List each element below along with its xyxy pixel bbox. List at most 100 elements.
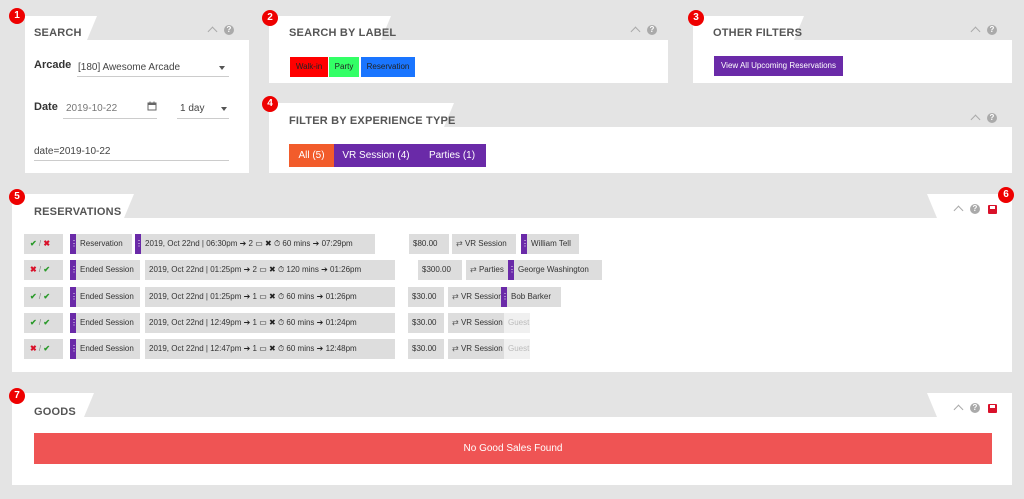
- help-icon[interactable]: ?: [970, 403, 980, 413]
- step-badge-6: 6: [998, 187, 1014, 203]
- check-icon[interactable]: ✔: [43, 318, 50, 327]
- arrow-right-icon: ➔: [310, 239, 322, 248]
- guest-name[interactable]: Guest: [504, 339, 530, 359]
- session-type: Ended Session: [76, 260, 140, 280]
- duration: 60 mins: [282, 239, 311, 248]
- guest-name[interactable]: William Tell: [527, 234, 579, 254]
- times-icon: ✖: [269, 344, 278, 353]
- time-start: 2019, Oct 22nd | 01:25pm: [149, 292, 242, 301]
- save-icon[interactable]: [988, 204, 997, 214]
- search-by-label-title: SEARCH BY LABEL: [289, 27, 397, 39]
- goods-title: GOODS: [34, 406, 76, 418]
- session-type-label: Ended Session: [80, 265, 134, 274]
- search-panel: SEARCH ? Arcade [180] Awesome Arcade Dat…: [25, 16, 249, 173]
- check-icon[interactable]: ✔: [30, 318, 37, 327]
- table-row: ✔ / ✔ Ended Session 2019, Oct 22nd | 12:49…: [24, 313, 624, 333]
- query-input-underline: [34, 160, 229, 161]
- help-icon[interactable]: ?: [970, 204, 980, 214]
- arrow-right-icon: ➔: [241, 344, 253, 353]
- x-icon[interactable]: ✖: [43, 239, 50, 248]
- price-label: $30.00: [412, 344, 437, 353]
- arrow-right-icon: ➔: [314, 292, 326, 301]
- arcade-dropdown-caret-icon[interactable]: [219, 66, 225, 70]
- status-toggle[interactable]: ✔ / ✔: [24, 313, 63, 333]
- experience-type-panel: FILTER BY EXPERIENCE TYPE ? All (5) VR S…: [269, 103, 1012, 173]
- period-select-underline: [177, 118, 229, 119]
- arcade-select[interactable]: [180] Awesome Arcade: [78, 62, 228, 73]
- collapse-chevron-icon[interactable]: [953, 205, 964, 216]
- check-icon[interactable]: ✔: [43, 265, 50, 274]
- session-type-label: Ended Session: [80, 292, 134, 301]
- status-toggle[interactable]: ✔ / ✔: [24, 287, 63, 307]
- collapse-chevron-icon[interactable]: [970, 26, 981, 37]
- experience-all-button[interactable]: All (5): [289, 144, 334, 167]
- times-icon: ✖: [269, 292, 278, 301]
- x-icon[interactable]: ✖: [30, 344, 37, 353]
- collapse-chevron-icon[interactable]: [207, 26, 218, 37]
- experience-label: VR Session: [460, 318, 503, 327]
- collapse-chevron-icon[interactable]: [953, 404, 964, 415]
- table-row: ✔ / ✖ Reservation 2019, Oct 22nd | 06:30pm…: [24, 234, 624, 254]
- arrow-right-icon: ➔: [314, 318, 326, 327]
- price-label: $30.00: [412, 292, 437, 301]
- collapse-chevron-icon[interactable]: [970, 114, 981, 125]
- price: $80.00: [409, 234, 449, 254]
- query-input[interactable]: date=2019-10-22: [34, 146, 224, 157]
- status-toggle[interactable]: ✖ / ✔: [24, 339, 63, 359]
- arrow-right-icon: ➔: [241, 318, 253, 327]
- other-filters-title: OTHER FILTERS: [713, 27, 803, 39]
- arcade-label: Arcade: [34, 59, 72, 71]
- label-walk-in-button[interactable]: Walk-in: [290, 57, 328, 77]
- arrow-right-icon: ➔: [241, 292, 253, 301]
- calendar-icon[interactable]: [147, 101, 157, 111]
- help-icon[interactable]: ?: [987, 113, 997, 123]
- experience-parties-button[interactable]: Parties (1): [418, 144, 486, 167]
- time-start: 2019, Oct 22nd | 01:25pm: [149, 265, 242, 274]
- help-icon[interactable]: ?: [224, 25, 234, 35]
- check-icon[interactable]: ✔: [30, 292, 37, 301]
- step-badge-7: 7: [9, 388, 25, 404]
- check-icon[interactable]: ✔: [30, 239, 37, 248]
- check-icon[interactable]: ✔: [43, 344, 50, 353]
- status-toggle[interactable]: ✖ / ✔: [24, 260, 63, 280]
- duration: 60 mins: [286, 292, 315, 301]
- times-icon: ✖: [269, 318, 278, 327]
- period-select[interactable]: 1 day: [180, 103, 220, 114]
- label-reservation-button[interactable]: Reservation: [361, 57, 415, 77]
- help-icon[interactable]: ?: [987, 25, 997, 35]
- duration: 60 mins: [286, 344, 315, 353]
- laptop-icon: ▭: [256, 292, 269, 301]
- session-type: Ended Session: [76, 287, 140, 307]
- help-icon[interactable]: ?: [647, 25, 657, 35]
- x-icon[interactable]: ✖: [30, 265, 37, 274]
- status-toggle[interactable]: ✔ / ✖: [24, 234, 63, 254]
- label-party-button[interactable]: Party: [329, 57, 359, 77]
- guest-name[interactable]: George Washington: [514, 260, 602, 280]
- period-dropdown-caret-icon[interactable]: [221, 107, 227, 111]
- step-badge-4: 4: [262, 96, 278, 112]
- experience-vr-session-button[interactable]: VR Session (4): [334, 144, 418, 167]
- view-upcoming-reservations-button[interactable]: View All Upcoming Reservations: [714, 56, 843, 76]
- reservations-controls: ?: [953, 204, 997, 216]
- goods-controls: ?: [953, 403, 997, 415]
- date-input[interactable]: 2019-10-22: [66, 103, 146, 114]
- experience-type: ⇄ VR Session: [452, 234, 516, 254]
- times-icon: ✖: [269, 265, 278, 274]
- guest-name[interactable]: Guest: [504, 313, 530, 333]
- guest-name-label: Guest: [508, 344, 530, 353]
- guest-name-label: William Tell: [531, 239, 571, 248]
- vr-experience-icon: ⇄: [452, 292, 461, 301]
- collapse-chevron-icon[interactable]: [630, 26, 641, 37]
- search-panel-controls: ?: [207, 25, 234, 37]
- step-badge-5: 5: [9, 189, 25, 205]
- time-start: 2019, Oct 22nd | 06:30pm: [145, 239, 238, 248]
- guest-name[interactable]: Bob Barker: [507, 287, 561, 307]
- check-icon[interactable]: ✔: [43, 292, 50, 301]
- arrow-right-icon: ➔: [237, 239, 249, 248]
- vr-experience-icon: ⇄: [452, 344, 461, 353]
- save-icon[interactable]: [988, 403, 997, 413]
- session-type: Ended Session: [76, 339, 140, 359]
- experience-label: VR Session: [460, 344, 503, 353]
- price: $300.00: [418, 260, 462, 280]
- session-time: 2019, Oct 22nd | 06:30pm ➔ 2 ▭ ✖ ⏱ 60 mi…: [141, 234, 375, 254]
